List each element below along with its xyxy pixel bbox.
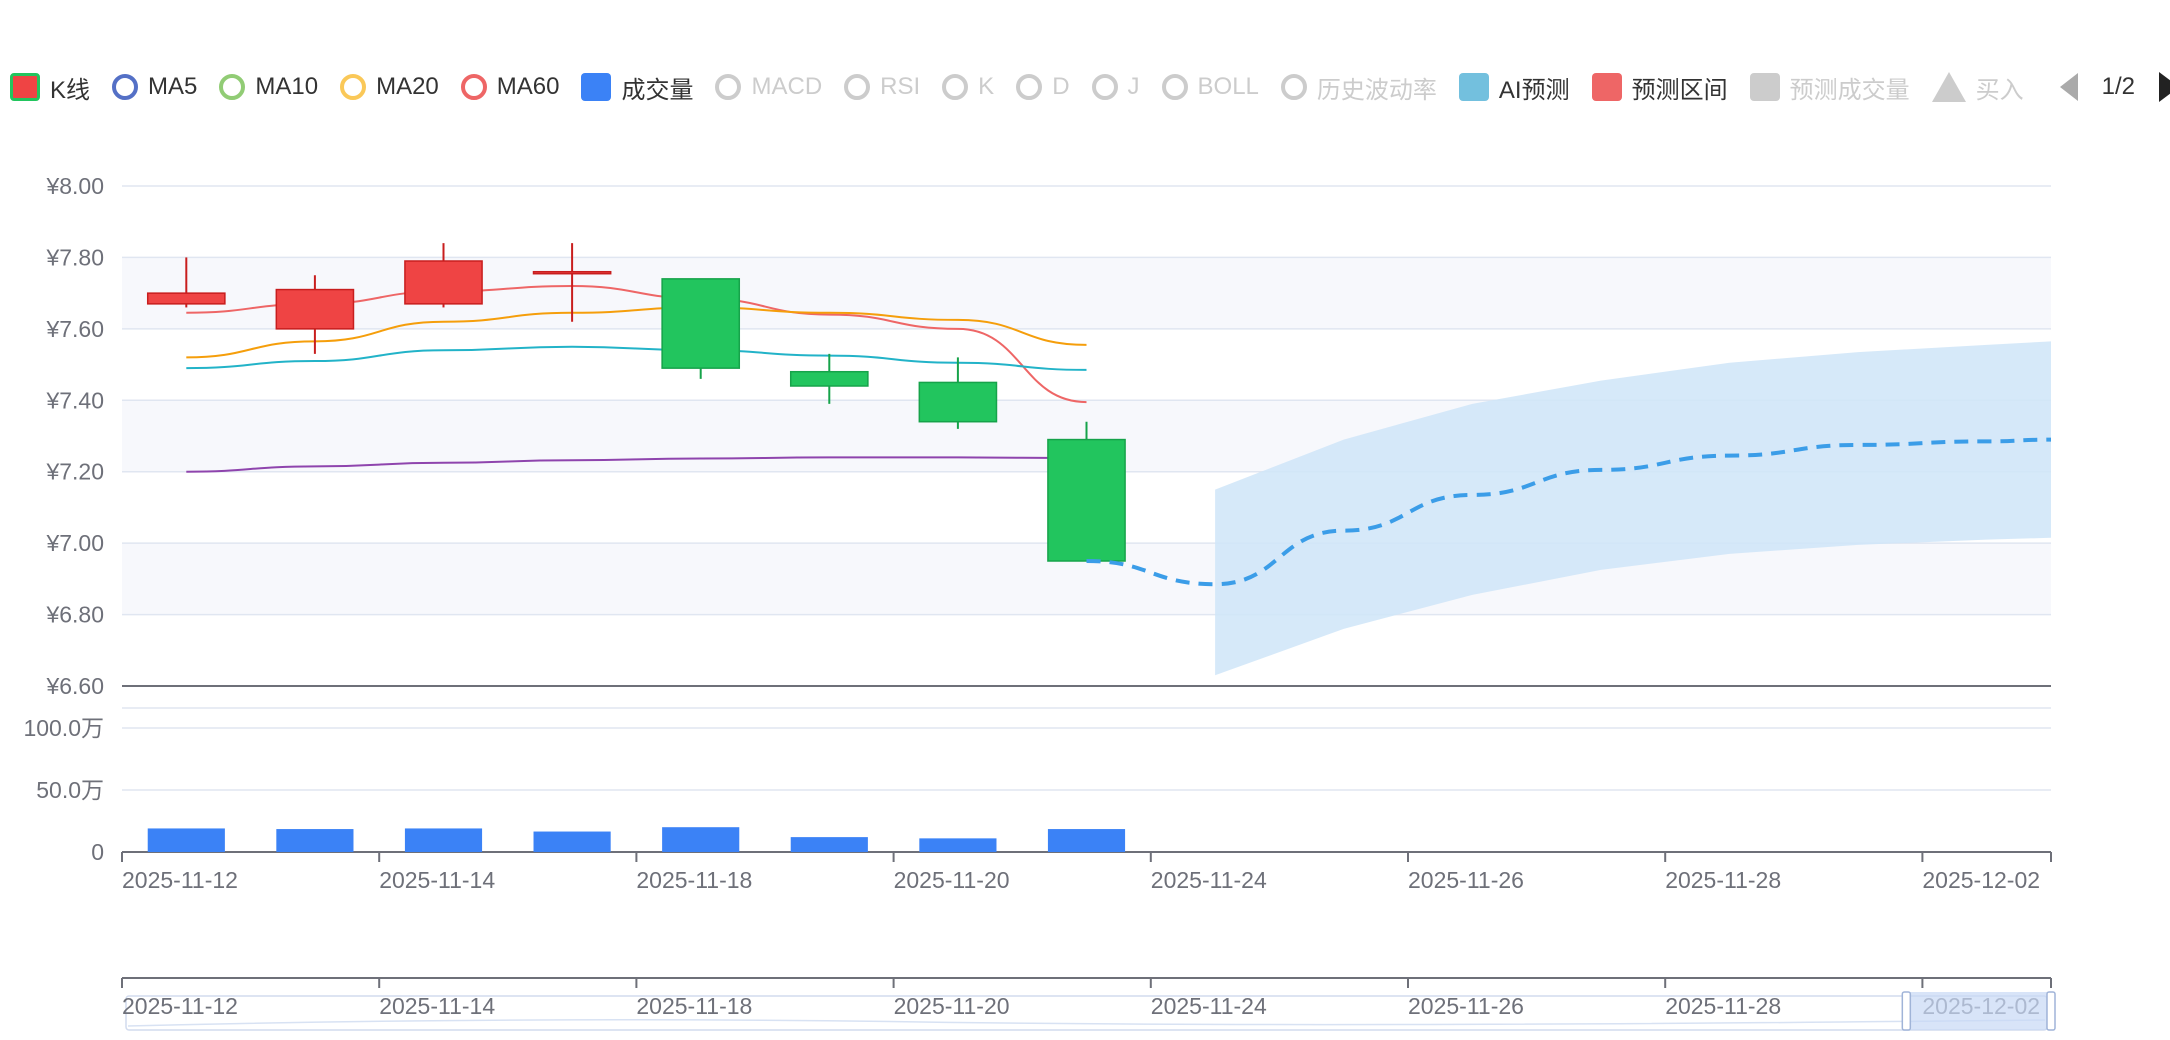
candle-body bbox=[532, 270, 612, 275]
volume-bar bbox=[276, 829, 354, 852]
candle-body bbox=[275, 288, 355, 330]
price-tick-label: ¥7.80 bbox=[45, 244, 104, 270]
candle-body bbox=[1047, 438, 1126, 562]
x-tick-label: 2025-11-20 bbox=[894, 867, 1010, 893]
price-tick-label: ¥8.00 bbox=[45, 173, 104, 199]
x-tick-label: 2025-11-18 bbox=[636, 867, 752, 893]
price-tick-label: ¥7.20 bbox=[45, 459, 104, 485]
zoom-tick-label: 2025-11-18 bbox=[636, 993, 752, 1019]
zoom-preview-line bbox=[127, 1019, 2046, 1027]
zoom-tick-label: 2025-11-14 bbox=[379, 993, 495, 1019]
price-tick-label: ¥6.60 bbox=[45, 673, 104, 699]
zoom-handle[interactable] bbox=[1901, 991, 1912, 1031]
price-tick-label: ¥7.40 bbox=[45, 387, 104, 413]
candlestick-chart: ¥6.60 ¥6.80 ¥7.00 ¥7.20 ¥7.40 ¥7.60 ¥7.80 ¥8.00… bbox=[23, 173, 2056, 1031]
volume-tick-label: 50.0万 bbox=[36, 777, 104, 803]
candle bbox=[918, 357, 998, 429]
candle bbox=[404, 243, 483, 308]
price-tick-label: ¥7.00 bbox=[45, 530, 104, 556]
zoom-tick-label: 2025-11-28 bbox=[1665, 993, 1781, 1019]
zoom-slider[interactable]: 2025-11-12 2025-11-14 2025-11-18 2025-11-20… bbox=[121, 977, 2056, 1031]
forecast-band bbox=[1215, 341, 2051, 676]
price-tick-label: ¥7.60 bbox=[45, 316, 104, 342]
candle-body bbox=[918, 381, 998, 423]
volume-tick-label: 100.0万 bbox=[23, 715, 104, 741]
zoom-tick-label: 2025-11-26 bbox=[1408, 993, 1524, 1019]
candle bbox=[1047, 421, 1126, 562]
zoom-handle[interactable] bbox=[2046, 991, 2056, 1031]
candle bbox=[789, 353, 869, 404]
x-tick-label: 2025-11-24 bbox=[1151, 867, 1267, 893]
volume-bar bbox=[662, 827, 740, 852]
zoom-tick-label: 2025-11-20 bbox=[894, 993, 1010, 1019]
candle-body bbox=[146, 292, 226, 305]
volume-tick-label: 0 bbox=[91, 839, 104, 865]
x-tick-label: 2025-11-26 bbox=[1408, 867, 1524, 893]
moving-average-line bbox=[186, 345, 1087, 371]
x-tick-label: 2025-11-14 bbox=[379, 867, 495, 893]
volume-bar bbox=[790, 837, 868, 852]
volume-bar bbox=[533, 831, 611, 852]
candle-body bbox=[789, 370, 869, 387]
candle bbox=[661, 278, 741, 379]
price-tick-label: ¥6.80 bbox=[45, 602, 104, 628]
zoom-selection[interactable] bbox=[1906, 992, 2051, 1030]
candle-body bbox=[404, 260, 483, 305]
x-tick-label: 2025-11-12 bbox=[122, 867, 238, 893]
volume-bar bbox=[147, 828, 225, 852]
zoom-tick-label: 2025-11-24 bbox=[1151, 993, 1267, 1019]
volume-bar bbox=[404, 828, 483, 852]
candle-body bbox=[661, 278, 741, 369]
volume-bar bbox=[919, 838, 997, 852]
volume-bar bbox=[1047, 829, 1126, 852]
zoom-tick-label: 2025-11-12 bbox=[122, 993, 238, 1019]
x-tick-label: 2025-12-02 bbox=[1922, 867, 2040, 893]
x-tick-label: 2025-11-28 bbox=[1665, 867, 1781, 893]
